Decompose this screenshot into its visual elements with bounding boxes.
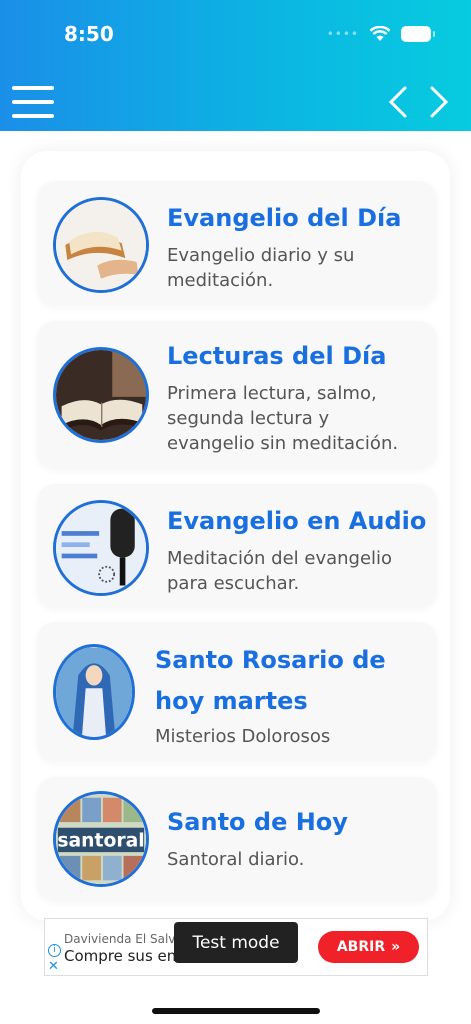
virgin-mary-image — [53, 644, 135, 740]
svg-text:santoral: santoral — [57, 831, 144, 852]
card-description: Primera lectura, salmo, segunda lectura … — [167, 383, 399, 454]
ad-open-label: ABRIR — [336, 939, 386, 955]
menu-card-santo-rosario[interactable]: Santo Rosario de hoy martes Misterios Do… — [37, 622, 437, 762]
home-indicator[interactable] — [152, 1008, 320, 1014]
signal-icon: •••• — [326, 27, 359, 41]
status-time: 8:50 — [64, 22, 114, 46]
menu-card-lecturas-del-dia[interactable]: Lecturas del Día Primera lectura, salmo,… — [37, 321, 437, 469]
menu-card-evangelio-en-audio[interactable]: Evangelio en Audio Meditación del evange… — [37, 484, 437, 608]
double-chevron-right-icon: » — [391, 939, 401, 955]
card-description: Meditación del evangelio para escuchar. — [167, 548, 393, 594]
menu-card-evangelio-del-dia[interactable]: Evangelio del Día Evangelio diario y su … — [37, 181, 437, 306]
menu-button[interactable] — [12, 86, 54, 118]
wifi-icon — [369, 26, 391, 41]
card-title: Santo de Hoy — [167, 808, 348, 836]
card-description: Evangelio diario y su meditación. — [167, 245, 355, 291]
open-bible-hand-image — [53, 197, 149, 293]
card-title: Lecturas del Día — [167, 342, 387, 370]
microphone-rosary-image — [53, 500, 149, 596]
card-title: Evangelio del Día — [167, 204, 402, 232]
bible-on-table-image — [53, 347, 149, 443]
card-title: Santo Rosario de hoy martes — [155, 646, 386, 715]
ad-info-icon[interactable]: i — [48, 944, 61, 957]
card-description: Santoral diario. — [167, 849, 305, 870]
card-title: Evangelio en Audio — [167, 507, 427, 535]
chevron-right-icon — [430, 86, 449, 118]
ad-close-icon[interactable]: ✕ — [48, 959, 59, 974]
menu-card-santo-de-hoy[interactable]: santoral Santo de Hoy Santoral diario. — [37, 777, 437, 901]
test-mode-toast: Test mode — [174, 922, 298, 963]
next-button[interactable] — [424, 84, 452, 120]
hamburger-menu-icon — [12, 86, 54, 90]
menu-panel: Evangelio del Día Evangelio diario y su … — [21, 151, 450, 921]
app-header: 8:50 •••• — [0, 0, 471, 131]
ad-open-button[interactable]: ABRIR » — [318, 931, 419, 963]
chevron-left-icon — [388, 86, 407, 118]
previous-button[interactable] — [385, 84, 413, 120]
status-icons: •••• — [326, 26, 435, 42]
card-description: Misterios Dolorosos — [155, 726, 331, 747]
battery-icon — [401, 26, 435, 42]
santoral-collage-image: santoral — [53, 791, 149, 887]
